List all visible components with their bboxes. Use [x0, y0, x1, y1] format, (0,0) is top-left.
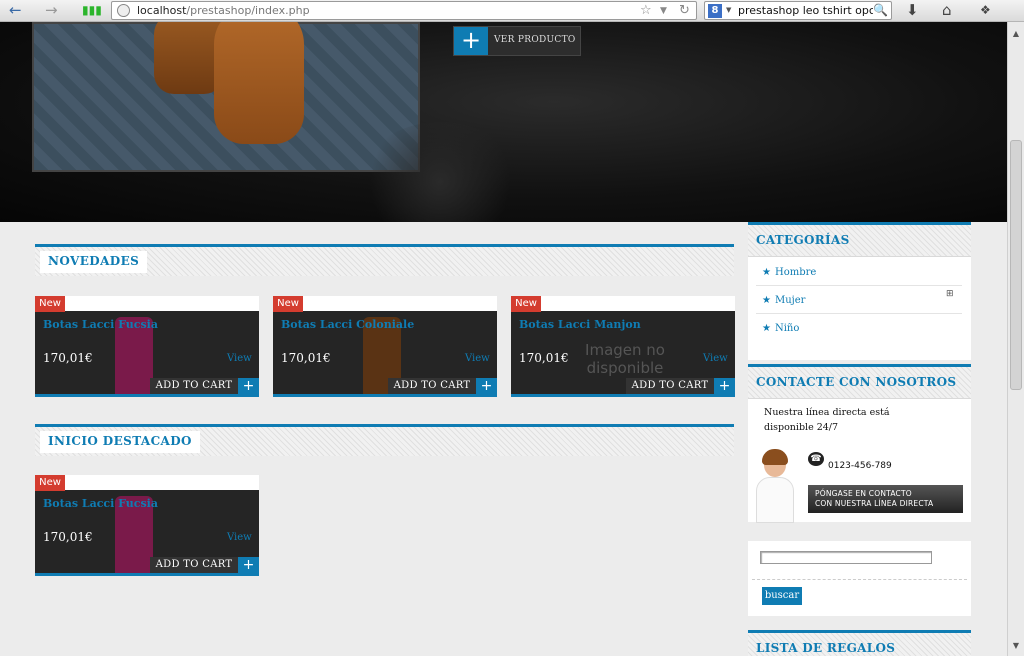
addon-icon[interactable]: ❖: [980, 2, 991, 18]
view-link[interactable]: View: [227, 353, 252, 364]
add-to-cart-plus-icon[interactable]: +: [714, 378, 735, 394]
scroll-up-icon[interactable]: ▲: [1008, 26, 1024, 42]
plus-icon: +: [454, 27, 488, 55]
new-badge: New: [35, 296, 65, 312]
hero-slider: + VER PRODUCTO: [0, 22, 1007, 222]
product-price: 170,01€: [519, 351, 569, 365]
add-to-cart-button[interactable]: ADD TO CART: [388, 378, 476, 394]
contact-block: CONTACTE CON NOSOTROS Nuestra línea dire…: [748, 364, 971, 523]
categories-block: CATEGORÍAS ★ Hombre ★ Mujer ⊞ ★ Niño: [748, 222, 971, 360]
contact-title: CONTACTE CON NOSOTROS: [748, 367, 971, 399]
new-badge: New: [511, 296, 541, 312]
category-label: Niño: [774, 323, 800, 334]
section-destacado: INICIO DESTACADO: [35, 424, 734, 456]
agent-body: [756, 477, 794, 523]
product-price: 170,01€: [43, 351, 93, 365]
add-to-cart-plus-icon[interactable]: +: [476, 378, 497, 394]
section-title-novedades: NOVEDADES: [40, 251, 148, 273]
section-novedades: NOVEDADES: [35, 244, 734, 276]
signal-icon: ▮▮▮: [82, 3, 102, 17]
category-mujer[interactable]: ★ Mujer: [762, 295, 805, 306]
add-to-cart-button[interactable]: ADD TO CART: [626, 378, 714, 394]
gift-list-block: LISTA DE REGALOS: [748, 630, 971, 656]
product-name[interactable]: Botas Lacci Fucsia: [43, 497, 158, 510]
star-icon: ★: [762, 267, 771, 278]
product-price: 170,01€: [281, 351, 331, 365]
product-card[interactable]: New Botas Lacci Coloniale 170,01€ View A…: [273, 296, 497, 397]
search-bar[interactable]: 8 ▼ prestashop leo tshirt opcior 🔍: [704, 1, 892, 20]
phone-icon: ☎: [808, 452, 824, 466]
star-icon: ★: [762, 295, 771, 306]
url-path: /prestashop/index.php: [186, 4, 310, 17]
add-to-cart-button[interactable]: ADD TO CART: [150, 557, 238, 573]
divider: [752, 579, 967, 580]
add-to-cart-plus-icon[interactable]: +: [238, 557, 259, 573]
category-nino[interactable]: ★ Niño: [762, 323, 799, 334]
bookmark-star-icon[interactable]: ☆: [640, 3, 652, 18]
address-bar[interactable]: localhost/prestashop/index.php ☆ ▼ ↻: [111, 1, 697, 20]
section-title-destacado: INICIO DESTACADO: [40, 431, 200, 453]
category-label: Mujer: [774, 295, 806, 306]
engine-dropdown-icon[interactable]: ▼: [726, 6, 731, 14]
search-block: buscar: [748, 541, 971, 616]
new-badge: New: [273, 296, 303, 312]
scroll-down-icon[interactable]: ▼: [1008, 638, 1024, 654]
address-text[interactable]: localhost/prestashop/index.php: [137, 4, 310, 17]
download-icon[interactable]: ⬇: [906, 2, 919, 18]
view-link[interactable]: View: [227, 532, 252, 543]
product-price: 170,01€: [43, 530, 93, 544]
no-image-placeholder: Imagen no disponible: [585, 341, 665, 377]
magnifier-icon[interactable]: 🔍: [873, 3, 888, 17]
contact-hotline-button[interactable]: PÓNGASE EN CONTACTO CON NUESTRA LÍNEA DI…: [808, 485, 963, 513]
url-host: localhost: [137, 4, 187, 17]
contact-button-line1: PÓNGASE EN CONTACTO: [815, 489, 912, 498]
ver-producto-button[interactable]: + VER PRODUCTO: [453, 26, 581, 56]
contact-button-line2: CON NUESTRA LÍNEA DIRECTA: [815, 499, 934, 508]
product-name[interactable]: Botas Lacci Fucsia: [43, 318, 158, 331]
boot-shape: [214, 22, 304, 144]
product-name[interactable]: Botas Lacci Coloniale: [281, 318, 414, 331]
product-card[interactable]: New Imagen no disponible Botas Lacci Man…: [511, 296, 735, 397]
expand-icon[interactable]: ⊞: [946, 289, 954, 299]
hero-product-image[interactable]: [32, 22, 420, 172]
support-agent-image: [754, 449, 796, 523]
agent-hair: [762, 449, 788, 465]
product-card[interactable]: New Botas Lacci Fucsia 170,01€ View ADD …: [35, 296, 259, 397]
add-to-cart-button[interactable]: ADD TO CART: [150, 378, 238, 394]
add-to-cart-plus-icon[interactable]: +: [238, 378, 259, 394]
star-icon: ★: [762, 323, 771, 334]
view-link[interactable]: View: [703, 353, 728, 364]
categories-title: CATEGORÍAS: [748, 225, 971, 257]
divider: [756, 285, 962, 286]
gift-list-title: LISTA DE REGALOS: [748, 633, 971, 656]
site-search-input[interactable]: [760, 551, 932, 564]
phone-number: 0123-456-789: [828, 461, 892, 471]
new-badge: New: [35, 475, 65, 491]
home-icon[interactable]: ⌂: [942, 2, 952, 18]
ver-producto-label: VER PRODUCTO: [494, 35, 576, 45]
contact-text: Nuestra línea directa está disponible 24…: [764, 407, 890, 433]
browser-toolbar: ← → ▮▮▮ localhost/prestashop/index.php ☆…: [0, 0, 1024, 22]
search-query[interactable]: prestashop leo tshirt opcior: [738, 4, 873, 17]
reload-icon[interactable]: ↻: [679, 3, 690, 18]
back-icon[interactable]: ←: [9, 2, 22, 18]
view-link[interactable]: View: [465, 353, 490, 364]
buscar-button[interactable]: buscar: [762, 587, 802, 605]
product-card[interactable]: New Botas Lacci Fucsia 170,01€ View ADD …: [35, 475, 259, 576]
product-name[interactable]: Botas Lacci Manjon: [519, 318, 641, 331]
scroll-thumb[interactable]: [1010, 140, 1022, 390]
divider: [756, 313, 962, 314]
vertical-scrollbar[interactable]: ▲ ▼: [1007, 22, 1024, 656]
category-hombre[interactable]: ★ Hombre: [762, 267, 816, 278]
forward-icon[interactable]: →: [45, 2, 58, 18]
dropdown-arrow-icon[interactable]: ▼: [660, 6, 667, 16]
search-engine-icon[interactable]: 8: [708, 4, 722, 18]
globe-icon: [117, 4, 130, 17]
category-label: Hombre: [774, 267, 817, 278]
